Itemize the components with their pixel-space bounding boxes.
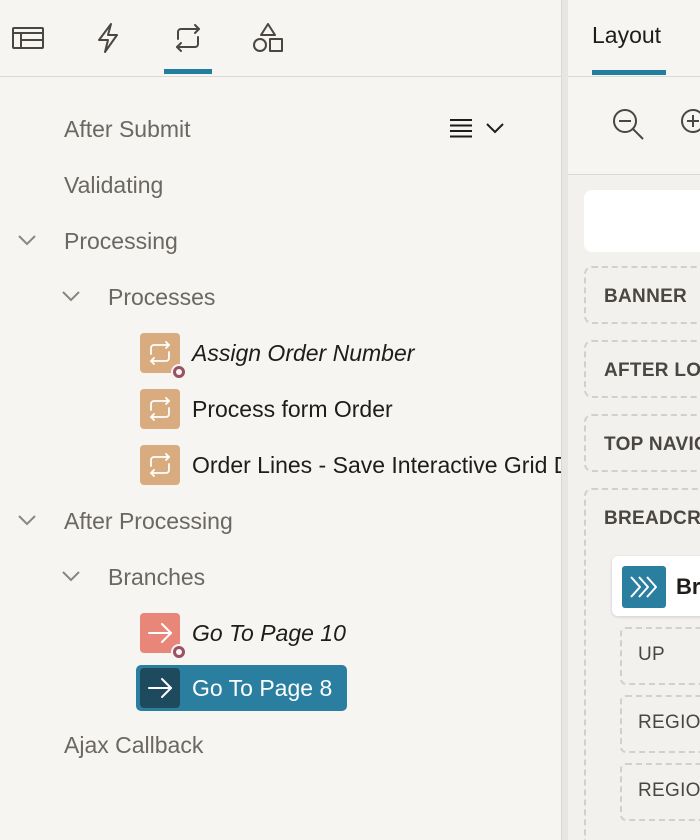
tab-active-indicator — [592, 70, 666, 75]
breadcrumb-region[interactable]: Breadcrumb — [612, 556, 700, 616]
layout-header: Layout — [568, 0, 700, 175]
breadcrumb-label: Breadcrumb — [676, 574, 700, 599]
subslot-region-position-01[interactable]: REGION POSITION 01 — [620, 695, 700, 753]
tree-item-label: Process form Order — [192, 395, 393, 422]
processing-icon — [176, 24, 200, 52]
tree-node-processes[interactable]: Processes — [108, 284, 215, 311]
process-icon — [140, 389, 180, 429]
slot-label: AFTER LOGO — [604, 360, 700, 381]
slot-after-logo[interactable]: AFTER LOGO — [584, 340, 700, 398]
tree-node-branches[interactable]: Branches — [108, 564, 205, 591]
subslot-label: REGION POSITION 01 — [638, 712, 700, 733]
tree-node-after-submit[interactable]: After Submit — [64, 116, 191, 143]
tree-item-process[interactable]: Process form Order — [140, 386, 393, 432]
process-icon — [140, 333, 187, 380]
branch-icon — [140, 613, 187, 660]
zoom-out-icon[interactable] — [610, 106, 646, 142]
left-pane: After Submit Validating Processing Proce… — [0, 0, 561, 840]
tree-item-branch-selected[interactable]: Go To Page 8 — [136, 665, 348, 711]
dynamic-actions-icon — [98, 23, 118, 53]
breadcrumb-icon — [622, 566, 666, 608]
condition-badge-icon — [171, 364, 187, 380]
slot-label: TOP NAVIGATION — [604, 434, 700, 455]
menu-icon — [450, 119, 472, 138]
subslot-label: UP — [638, 644, 665, 665]
header-divider — [568, 76, 700, 77]
rendering-icon — [12, 27, 44, 49]
subslot-region-position-02[interactable]: REGION POSITION 02 — [620, 763, 700, 821]
tree-item-label: Go To Page 8 — [192, 674, 333, 701]
slot-banner[interactable]: BANNER — [584, 266, 700, 324]
chevron-down-icon — [486, 123, 504, 134]
subslot-label: REGION POSITION 02 — [638, 780, 700, 801]
layout-canvas-top — [584, 190, 700, 252]
slot-top-navigation[interactable]: TOP NAVIGATION — [584, 414, 700, 472]
tab-layout[interactable]: Layout — [592, 22, 661, 49]
tree-item-label: Assign Order Number — [192, 339, 415, 366]
tree-node-validating[interactable]: Validating — [64, 172, 163, 199]
tree-node-ajax-callback[interactable]: Ajax Callback — [64, 732, 203, 759]
condition-badge-icon — [171, 644, 187, 660]
tree-node-after-processing[interactable]: After Processing — [64, 508, 233, 535]
right-pane: Layout BANNER AFTER LOGO TOP NAVIGATION … — [568, 0, 700, 840]
process-icon — [140, 445, 180, 485]
tree-item-process[interactable]: Assign Order Number — [140, 330, 415, 380]
zoom-in-icon[interactable] — [678, 106, 700, 142]
tab-shared-components[interactable] — [244, 14, 292, 62]
tree-item-label: Go To Page 10 — [192, 619, 346, 646]
chevron-down-icon[interactable] — [16, 509, 38, 531]
subslot-up[interactable]: UP — [620, 627, 700, 685]
shared-components-icon — [253, 23, 283, 52]
tree-item-label: Order Lines - Save Interactive Grid Data — [192, 451, 561, 478]
tree-menu-button[interactable] — [448, 112, 508, 144]
tab-dynamic-actions[interactable] — [84, 14, 132, 62]
tree-item-process[interactable]: Order Lines - Save Interactive Grid Data — [140, 442, 561, 488]
tab-rendering[interactable] — [4, 14, 52, 62]
tab-processing[interactable] — [164, 14, 212, 74]
tree-item-branch[interactable]: Go To Page 10 — [140, 610, 346, 660]
chevron-down-icon[interactable] — [60, 565, 82, 587]
chevron-down-icon[interactable] — [16, 229, 38, 251]
slot-label: BANNER — [604, 286, 688, 307]
branch-icon — [140, 668, 180, 708]
slot-label: BREADCRUMB BAR — [604, 508, 700, 529]
tree-node-processing[interactable]: Processing — [64, 228, 178, 255]
chevron-down-icon[interactable] — [60, 285, 82, 307]
tree-toolbar — [0, 0, 561, 77]
